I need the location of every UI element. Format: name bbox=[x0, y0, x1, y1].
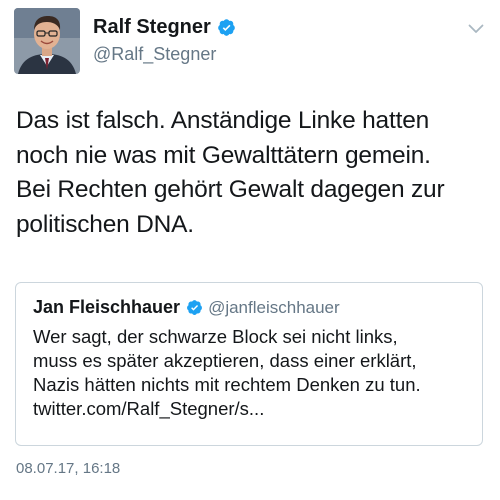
tweet-text-line: politischen DNA. bbox=[16, 210, 194, 238]
quoted-tweet-text: Wer sagt, der schwarze Block sei nicht l… bbox=[33, 325, 478, 421]
quoted-author-name: Jan Fleischhauer bbox=[33, 297, 181, 317]
tweet-timestamp[interactable]: 08.07.17, 16:18 bbox=[16, 460, 120, 477]
quoted-text-line: Wer sagt, der schwarze Block sei nicht l… bbox=[33, 326, 398, 347]
author-handle[interactable]: @Ralf_Stegner bbox=[93, 44, 216, 65]
verified-badge-icon bbox=[217, 19, 235, 36]
tweet-text: Das ist falsch. Anständige Linke hatten … bbox=[16, 104, 492, 242]
quoted-tweet-header: Jan Fleischhauer @janfleischhauer bbox=[33, 297, 340, 318]
quoted-author-handle: @janfleischhauer bbox=[208, 297, 340, 317]
verified-badge-icon bbox=[187, 300, 202, 315]
tweet-text-line: noch nie was mit Gewalttätern gemein. bbox=[16, 141, 431, 169]
tweet-card: Ralf Stegner @Ralf_Stegner Das ist falsc… bbox=[0, 0, 500, 500]
quoted-tweet-card[interactable]: Jan Fleischhauer @janfleischhauer Wer sa… bbox=[15, 282, 483, 446]
tweet-text-line: Bei Rechten gehört Gewalt dagegen zur bbox=[16, 176, 445, 203]
chevron-down-icon[interactable] bbox=[468, 24, 484, 34]
avatar-image bbox=[14, 8, 80, 74]
quoted-tweet-link[interactable]: twitter.com/Ralf_Stegner/s... bbox=[33, 397, 478, 421]
author-name[interactable]: Ralf Stegner bbox=[93, 16, 236, 39]
tweet-text-line: Das ist falsch. Anständige Linke hatten bbox=[16, 107, 430, 134]
quoted-text-line: Nazis hätten nichts mit rechtem Denken z… bbox=[33, 374, 421, 395]
avatar[interactable] bbox=[14, 8, 80, 74]
author-name-text[interactable]: Ralf Stegner bbox=[93, 16, 211, 39]
quoted-text-line: muss es später akzeptieren, dass einer e… bbox=[33, 350, 417, 371]
